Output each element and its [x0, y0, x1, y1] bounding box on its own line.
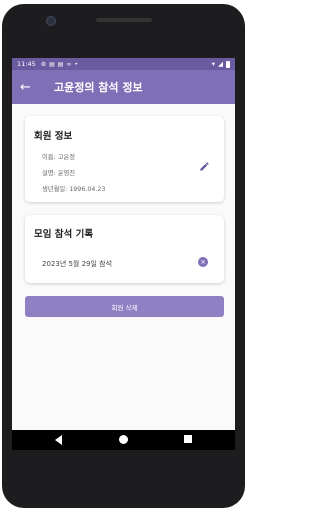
nav-back-icon[interactable]: [55, 435, 62, 445]
remove-record-icon[interactable]: ×: [198, 257, 208, 267]
pencil-icon[interactable]: [199, 161, 210, 172]
nav-home-icon[interactable]: [119, 435, 128, 444]
message-icon: ▤: [57, 60, 64, 68]
member-name: 이름: 고윤정: [42, 154, 76, 161]
wifi-icon: ▾: [211, 60, 215, 68]
app-screen: 11:45 ⚙ ▤ ▤ ∞ • ▾ ◢ ← 고윤정의 참석 정보 회원 정보 이…: [12, 58, 235, 430]
signal-icon: ◢: [218, 60, 223, 68]
member-birthdate: 생년월일: 1996.04.23: [42, 186, 106, 193]
nav-recents-icon[interactable]: [184, 435, 192, 443]
back-arrow-icon[interactable]: ←: [20, 80, 36, 95]
message-icon: ▤: [49, 60, 55, 68]
battery-icon: [226, 60, 230, 68]
delete-member-button[interactable]: 회원 삭제: [25, 296, 224, 317]
member-info-card: 회원 정보 이름: 고윤정 설명: 윤영진 생년월일: 1996.04.23: [25, 116, 224, 202]
navigation-bar: [12, 430, 235, 450]
front-camera: [46, 16, 56, 26]
attendance-card: 모임 참석 기록 2023년 5월 29일 참석 ×: [25, 215, 224, 283]
attendance-record: 2023년 5월 29일 참석: [42, 260, 113, 268]
status-time: 11:45: [17, 60, 36, 68]
page-title: 고윤정의 참석 정보: [54, 81, 143, 94]
dot-icon: •: [74, 60, 79, 68]
attendance-heading: 모임 참석 기록: [34, 229, 94, 240]
earpiece-speaker: [96, 18, 152, 22]
member-info-heading: 회원 정보: [34, 131, 73, 142]
member-description: 설명: 윤영진: [42, 170, 76, 177]
voicemail-icon: ∞: [66, 60, 72, 68]
app-bar: ← 고윤정의 참석 정보: [12, 70, 235, 104]
gear-icon: ⚙: [40, 60, 47, 68]
status-bar: 11:45 ⚙ ▤ ▤ ∞ • ▾ ◢: [12, 58, 235, 70]
